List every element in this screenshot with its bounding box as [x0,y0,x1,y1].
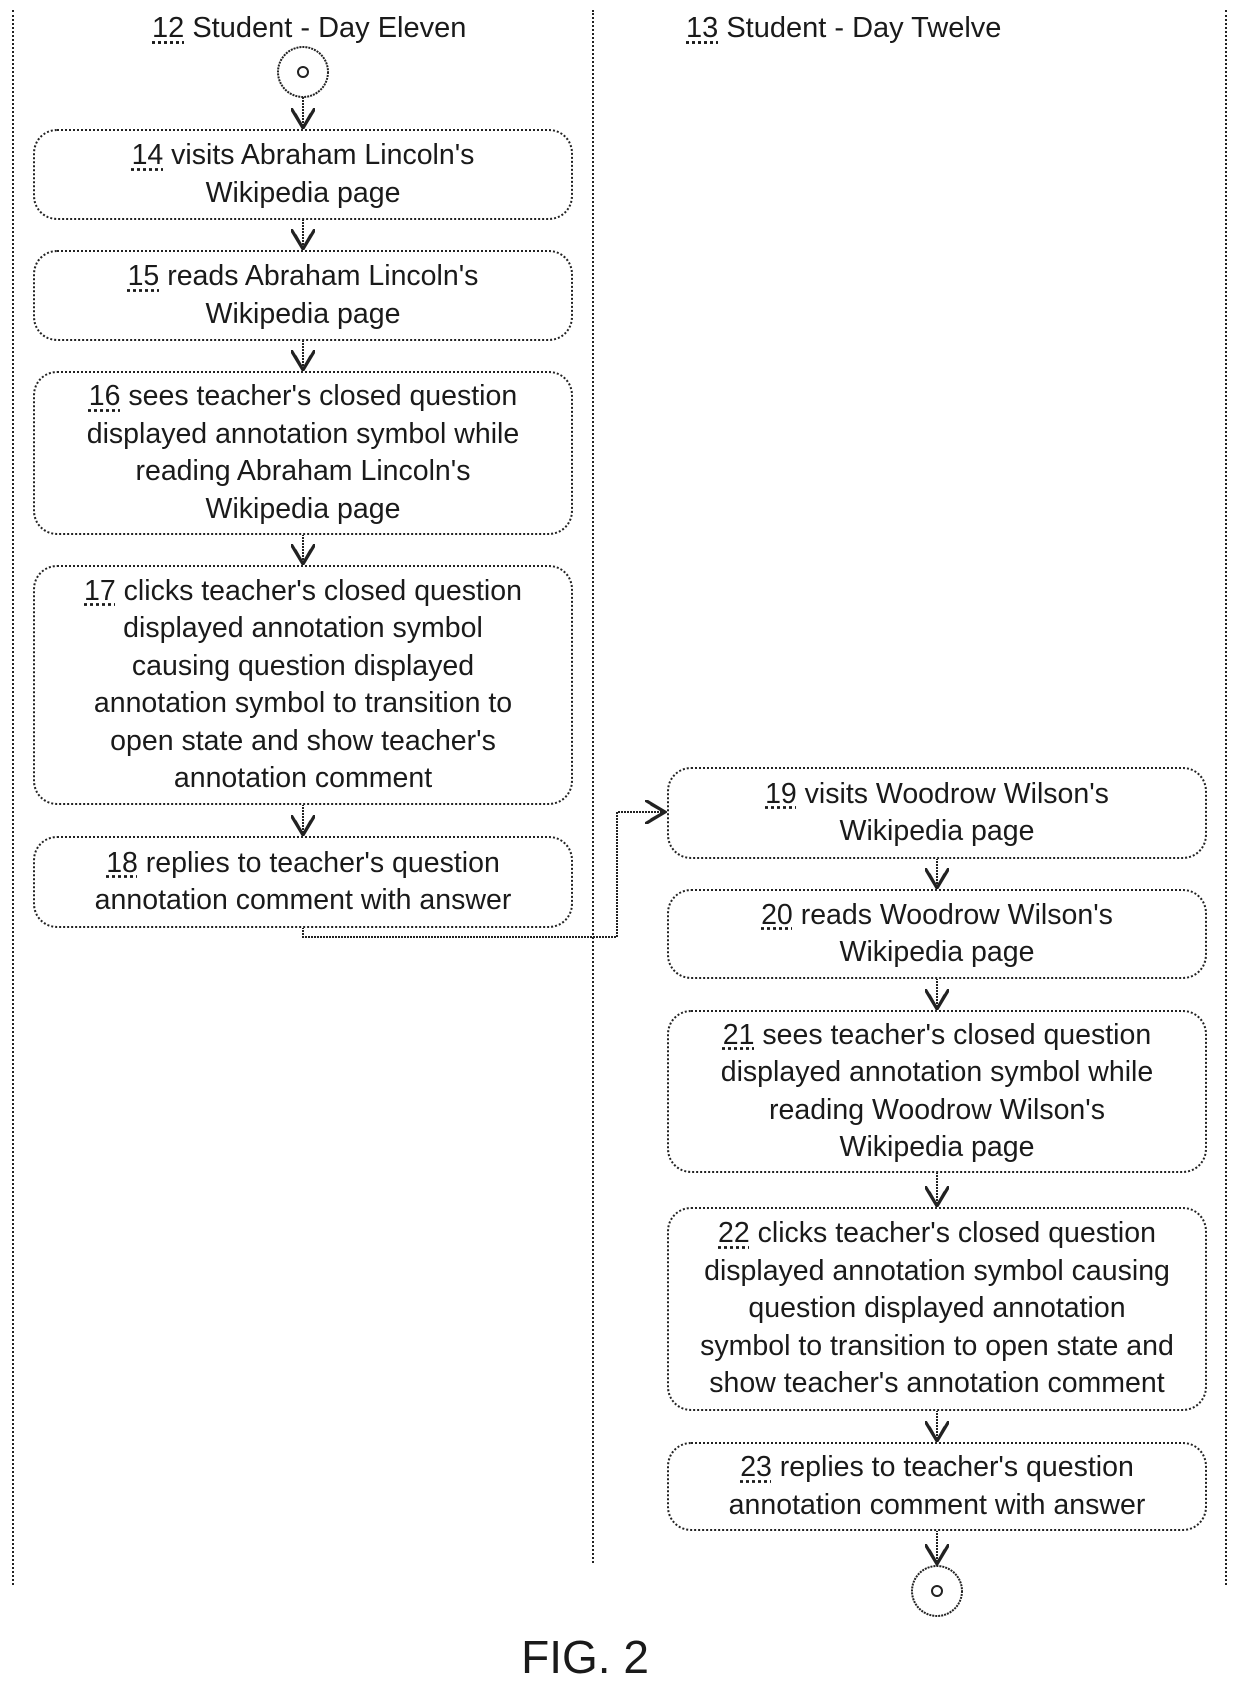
step-ref: 16 [88,380,121,412]
step-ref: 14 [131,139,164,171]
step-14: 14 visits Abraham Lincoln's Wikipedia pa… [33,129,573,220]
step-15: 15 reads Abraham Lincoln's Wikipedia pag… [33,250,573,341]
step-17: 17 clicks teacher's closed question disp… [33,565,573,805]
step-ref: 19 [765,777,797,810]
step-18: 18 replies to teacher's question annotat… [33,836,573,928]
step-16: 16 sees teacher's closed question displa… [33,371,573,535]
step-ref: 23 [740,1451,772,1483]
step-ref: 17 [84,574,116,607]
step-text: replies to teacher's question annotation… [94,846,512,917]
step-text: sees teacher's closed question displayed… [720,1018,1154,1164]
step-ref: 20 [761,898,793,931]
step-text: clicks teacher's closed question display… [700,1217,1174,1400]
step-text: clicks teacher's closed question display… [93,574,522,795]
step-text: reads Woodrow Wilson's Wikipedia page [800,898,1113,969]
step-21: 21 sees teacher's closed question displa… [667,1010,1207,1173]
step-23: 23 replies to teacher's question annotat… [667,1442,1207,1531]
step-ref: 21 [722,1018,755,1051]
end-node [911,1565,963,1617]
step-ref: 15 [127,260,160,292]
step-text: replies to teacher's question annotation… [728,1451,1146,1521]
step-text: visits Abraham Lincoln's Wikipedia page [171,139,475,209]
step-19: 19 visits Woodrow Wilson's Wikipedia pag… [667,767,1207,859]
step-22: 22 clicks teacher's closed question disp… [667,1207,1207,1411]
figure-label: FIG. 2 [521,1631,649,1683]
step-text: visits Woodrow Wilson's Wikipedia page [804,777,1109,848]
start-node [277,46,329,98]
step-20: 20 reads Woodrow Wilson's Wikipedia page [667,889,1207,979]
step-text: sees teacher's closed question displayed… [86,380,520,525]
step-text: reads Abraham Lincoln's Wikipedia page [167,260,479,330]
step-ref: 22 [718,1217,750,1250]
step-ref: 18 [106,846,138,879]
